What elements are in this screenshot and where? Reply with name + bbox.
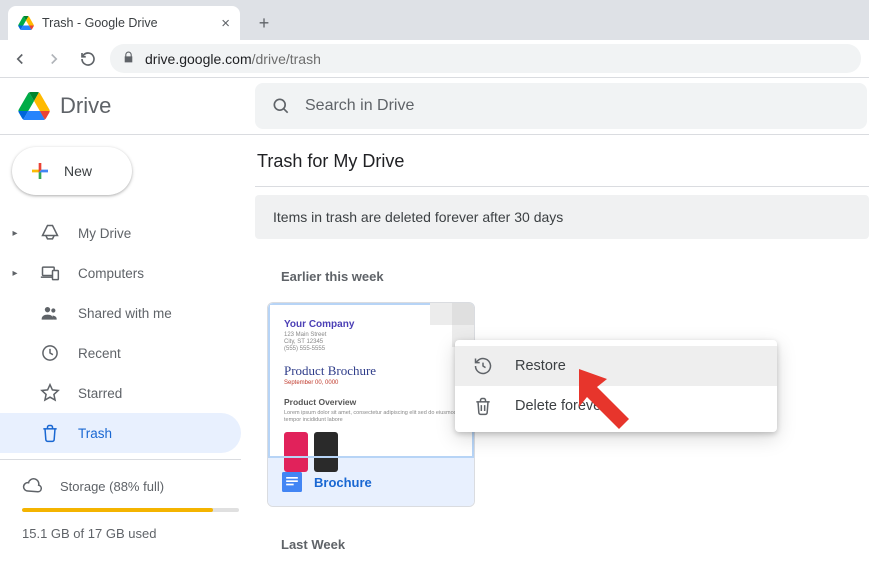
section-heading: Last Week [281, 537, 869, 552]
file-thumbnail: Your Company 123 Main StreetCity, ST 123… [268, 303, 474, 458]
docs-icon [282, 472, 302, 492]
computers-icon [40, 263, 60, 283]
address-bar[interactable]: drive.google.com/drive/trash [110, 44, 861, 73]
sidebar-item-trash[interactable]: Trash [0, 413, 241, 453]
shared-icon [40, 303, 60, 323]
trash-icon [40, 423, 60, 443]
restore-icon [473, 356, 493, 376]
star-icon [40, 383, 60, 403]
file-card[interactable]: Your Company 123 Main StreetCity, ST 123… [267, 302, 475, 507]
file-name: Brochure [314, 475, 372, 490]
storage-used: 15.1 GB of 17 GB used [22, 526, 239, 541]
context-delete-label: Delete forever [515, 398, 606, 414]
trash-banner: Items in trash are deleted forever after… [255, 195, 869, 239]
section-heading: Earlier this week [281, 269, 869, 284]
context-menu: Restore Delete forever [455, 340, 777, 432]
caret-right-icon: ▸ [8, 228, 22, 239]
sidebar-item-computers[interactable]: ▸ Computers [0, 253, 241, 293]
drive-logo-text: Drive [60, 93, 111, 119]
tab-strip: Trash - Google Drive × + [0, 0, 869, 40]
tab-title: Trash - Google Drive [42, 16, 158, 30]
storage-label: Storage (88% full) [60, 479, 164, 494]
nav-list: ▸ My Drive ▸ Computers Shared with me Re… [0, 213, 255, 453]
nav-label: Recent [78, 346, 121, 361]
preview-addr: 123 Main StreetCity, ST 12345(555) 555-5… [284, 332, 458, 354]
new-button[interactable]: New [12, 147, 132, 195]
storage-bar [22, 508, 239, 512]
preview-overview: Product Overview [284, 397, 458, 407]
drive-favicon [18, 16, 34, 30]
nav-label: Trash [78, 426, 112, 441]
drive-logo-icon [18, 92, 50, 120]
storage-section[interactable]: Storage (88% full) 15.1 GB of 17 GB used [0, 466, 255, 541]
new-button-label: New [64, 163, 92, 179]
context-restore-label: Restore [515, 358, 566, 374]
back-button[interactable] [8, 47, 32, 71]
close-tab-icon[interactable]: × [221, 15, 230, 32]
search-placeholder: Search in Drive [305, 97, 414, 115]
nav-label: Shared with me [78, 306, 172, 321]
sidebar-item-shared[interactable]: Shared with me [0, 293, 241, 333]
plus-icon [28, 159, 52, 183]
drive-logo[interactable]: Drive [0, 78, 255, 134]
search-input[interactable]: Search in Drive [255, 83, 867, 129]
reload-button[interactable] [76, 47, 100, 71]
nav-label: Starred [78, 386, 122, 401]
divider [0, 459, 241, 460]
preview-date: September 00, 0000 [284, 380, 458, 386]
preview-body: Lorem ipsum dolor sit amet, consectetur … [284, 410, 458, 425]
sidebar-item-recent[interactable]: Recent [0, 333, 241, 373]
browser-toolbar: drive.google.com/drive/trash [0, 40, 869, 78]
drive-header: Drive Search in Drive [0, 78, 869, 135]
page-title: Trash for My Drive [255, 151, 869, 187]
search-icon [271, 96, 291, 116]
context-restore[interactable]: Restore [455, 346, 777, 386]
cloud-icon [22, 476, 42, 496]
nav-label: My Drive [78, 226, 131, 241]
sidebar-item-my-drive[interactable]: ▸ My Drive [0, 213, 241, 253]
lock-icon [122, 51, 135, 67]
recent-icon [40, 343, 60, 363]
nav-label: Computers [78, 266, 144, 281]
sidebar: New ▸ My Drive ▸ Computers Shared with m… [0, 135, 255, 563]
sidebar-item-starred[interactable]: Starred [0, 373, 241, 413]
trash-icon [473, 396, 493, 416]
forward-button[interactable] [42, 47, 66, 71]
my-drive-icon [40, 223, 60, 243]
new-tab-button[interactable]: + [250, 9, 278, 37]
context-delete-forever[interactable]: Delete forever [455, 386, 777, 426]
browser-tab[interactable]: Trash - Google Drive × [8, 6, 240, 40]
url-text: drive.google.com/drive/trash [145, 51, 321, 67]
preview-title: Product Brochure [284, 363, 458, 379]
caret-right-icon: ▸ [8, 268, 22, 279]
